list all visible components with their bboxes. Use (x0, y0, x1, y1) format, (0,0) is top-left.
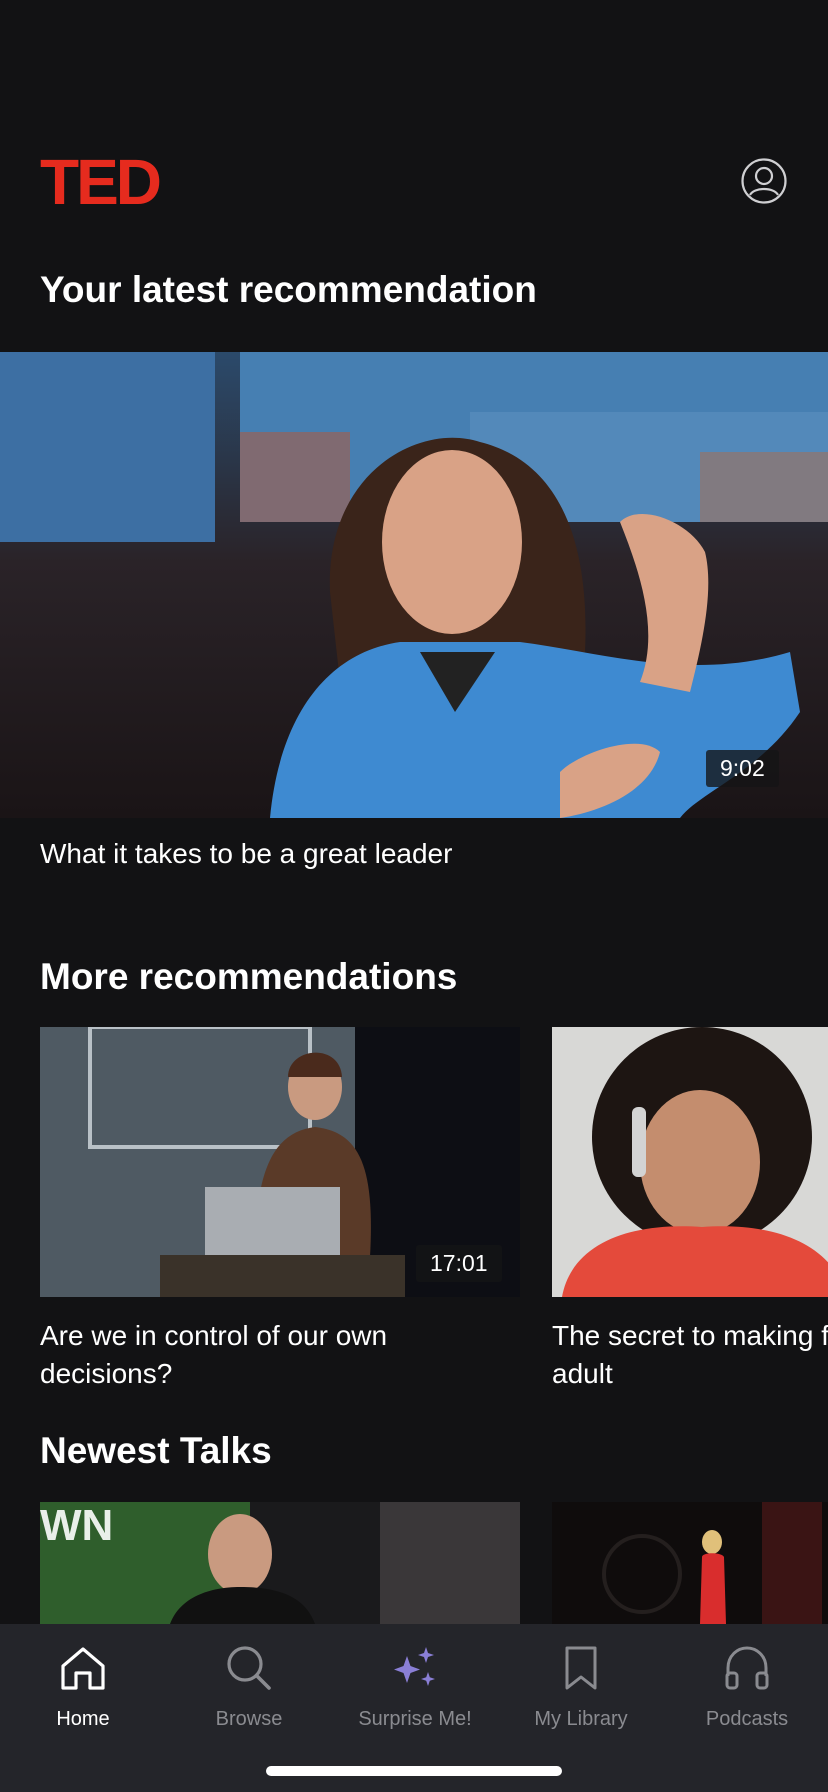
tab-label: Podcasts (705, 1708, 789, 1730)
tab-surprise-me[interactable]: Surprise Me! (332, 1642, 498, 1731)
talk-title[interactable]: Are we in control of our own decisions? (40, 1317, 520, 1393)
recommendation-card[interactable]: 17:01 Are we in control of our own decis… (40, 1027, 520, 1393)
talk-thumbnail[interactable]: 17:01 (40, 1027, 520, 1297)
speaker-image: WN (40, 1502, 520, 1624)
tab-label: Browse (215, 1708, 283, 1730)
latest-talk-title[interactable]: What it takes to be a great leader (40, 838, 452, 870)
talk-title[interactable]: The secret to making friends as an adult (552, 1317, 828, 1393)
bookmark-icon (565, 1646, 597, 1690)
tab-home[interactable]: Home (0, 1642, 166, 1731)
tab-podcasts[interactable]: Podcasts (664, 1642, 828, 1731)
profile-button[interactable] (740, 157, 788, 205)
talk-thumbnail[interactable] (552, 1027, 828, 1297)
user-circle-icon (741, 158, 787, 204)
tab-label: Surprise Me! (358, 1708, 472, 1730)
speaker-image (552, 1502, 828, 1624)
tab-label: Home (56, 1708, 110, 1730)
duration-badge: 9:02 (706, 750, 779, 787)
tab-my-library[interactable]: My Library (498, 1642, 664, 1731)
newest-talk-thumbnail[interactable]: WN (40, 1502, 520, 1624)
app-screen: TED Your latest recommendation 9:02 What… (0, 0, 828, 1792)
latest-recommendation-heading: Your latest recommendation (40, 269, 537, 310)
speaker-image (0, 352, 828, 818)
tab-label: My Library (534, 1708, 628, 1730)
home-icon (61, 1647, 105, 1690)
search-icon (227, 1646, 271, 1690)
duration-badge: 17:01 (416, 1245, 502, 1282)
svg-text:WN: WN (40, 1502, 113, 1550)
tab-browse[interactable]: Browse (166, 1642, 332, 1731)
latest-talk-thumbnail[interactable]: 9:02 (0, 352, 828, 818)
home-indicator (266, 1766, 562, 1776)
more-recommendations-heading: More recommendations (40, 956, 458, 997)
newest-talks-heading: Newest Talks (40, 1430, 272, 1471)
headphones-icon (725, 1646, 769, 1690)
newest-talk-thumbnail[interactable] (552, 1502, 828, 1624)
sparkle-icon (394, 1647, 435, 1686)
ted-logo: TED (40, 146, 162, 218)
speaker-image (552, 1027, 828, 1297)
recommendation-card[interactable]: The secret to making friends as an adult (552, 1027, 828, 1393)
header: TED (0, 0, 828, 240)
